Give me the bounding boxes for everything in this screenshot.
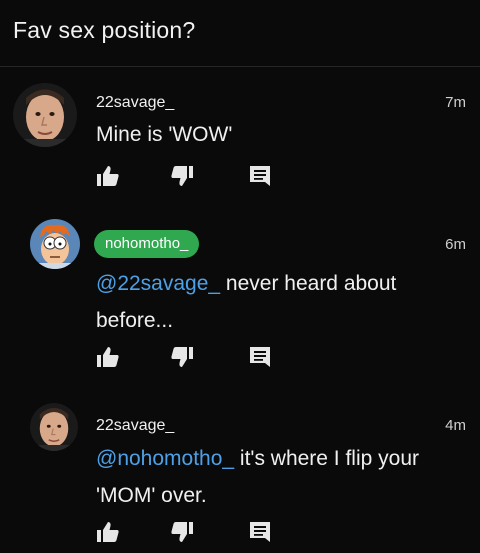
user-avatar-image [30,219,80,269]
post-title: Fav sex position? [13,17,196,43]
comment-actions [96,345,276,369]
comment-time: 6m [445,236,466,253]
comment-icon[interactable] [248,520,272,544]
comment-author[interactable]: nohomotho_ [94,230,200,258]
avatar[interactable] [30,219,80,269]
comment-author[interactable]: 22savage_ [96,417,174,435]
thumbs-up-icon[interactable] [96,345,120,369]
avatar[interactable] [13,83,77,147]
comment: 22savage_ 4m @nohomotho_ it's where I fl… [0,390,480,553]
comment-mention[interactable]: @22savage_ [96,272,220,295]
thumbs-up-icon[interactable] [96,164,120,188]
comment-time: 4m [445,417,466,434]
comment-icon[interactable] [248,164,272,188]
avatar[interactable] [30,403,78,451]
comment-text: Mine is 'WOW' [96,123,233,146]
comment-body: @22savage_ never heard about before... [96,265,456,339]
comment: 22savage_ 7m Mine is 'WOW' [0,67,480,207]
post-header: Fav sex position? [0,0,480,67]
comment-body: Mine is 'WOW' [96,116,456,153]
thumbs-down-icon[interactable] [170,164,194,188]
comment-thread: Fav sex position? 22savage_ 7m Mine is '… [0,0,480,553]
comment-actions [96,520,276,544]
thumbs-down-icon[interactable] [170,345,194,369]
comment-time: 7m [445,94,466,111]
comment-icon[interactable] [248,345,272,369]
thumbs-up-icon[interactable] [96,520,120,544]
comment-mention[interactable]: @nohomotho_ [96,447,234,470]
comment: nohomotho_ 6m @22savage_ never heard abo… [0,207,480,387]
comment-author[interactable]: 22savage_ [96,94,174,112]
user-avatar-image [13,83,77,147]
thumbs-down-icon[interactable] [170,520,194,544]
user-avatar-image [30,403,78,451]
comment-body: @nohomotho_ it's where I flip your 'MOM'… [96,440,441,514]
comment-actions [96,164,276,188]
